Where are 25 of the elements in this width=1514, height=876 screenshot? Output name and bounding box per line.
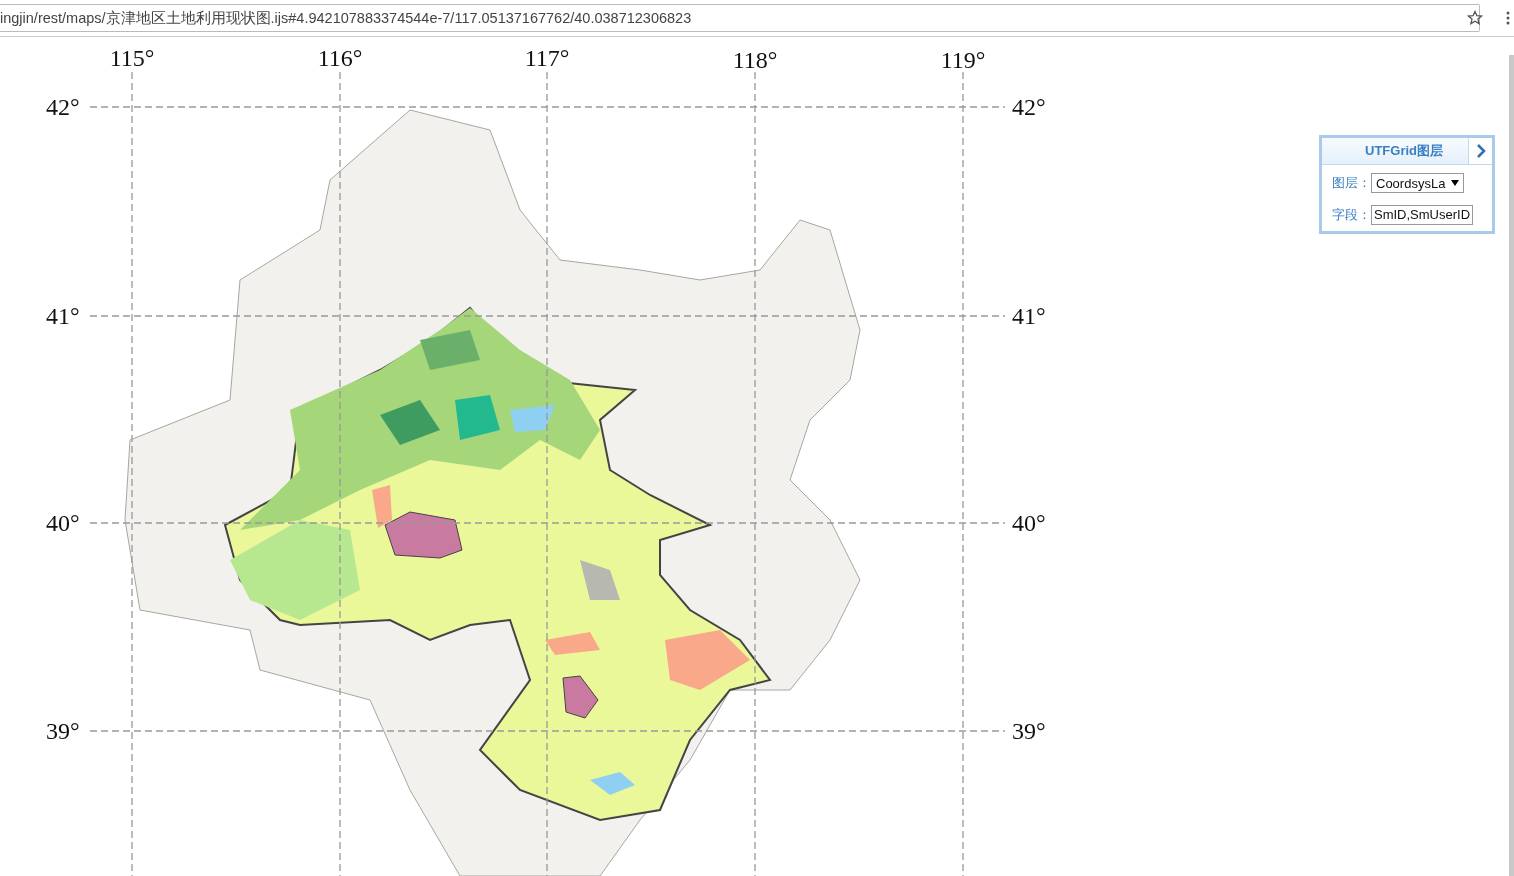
address-field[interactable]: ingjin/rest/maps/京津地区土地利用现状图.ijs#4.942107883374544e-7/117.05137167762/40.038712306823 [0,4,1480,32]
longitude-label: 116° [316,44,364,72]
field-label: 图层： [1332,174,1371,192]
chevron-right-icon [1475,143,1486,159]
layer-select[interactable]: CoordsysLa [1371,173,1465,193]
latitude-label: 40° [46,509,80,537]
latitude-label: 39° [46,717,80,745]
menu-icon[interactable] [1506,11,1510,25]
latitude-label: 41° [1012,302,1046,330]
latitude-label: 41° [46,302,80,330]
scrollbar[interactable] [1509,55,1514,876]
field-input[interactable]: SmID,SmUserID [1371,205,1474,225]
latitude-label: 42° [46,93,80,121]
latitude-label: 39° [1012,717,1046,745]
longitude-label: 118° [731,46,779,74]
field-label: 字段： [1332,206,1371,224]
star-icon[interactable] [1467,10,1483,26]
dropdown-arrow-icon [1451,180,1460,186]
panel-title: UTFGrid图层 [1364,142,1444,160]
latitude-label: 40° [1012,509,1046,537]
longitude-label: 115° [108,44,156,72]
longitude-label: 117° [523,44,571,72]
longitude-label: 119° [939,46,987,74]
collapse-button[interactable] [1468,138,1492,164]
latitude-label: 42° [1012,93,1046,121]
